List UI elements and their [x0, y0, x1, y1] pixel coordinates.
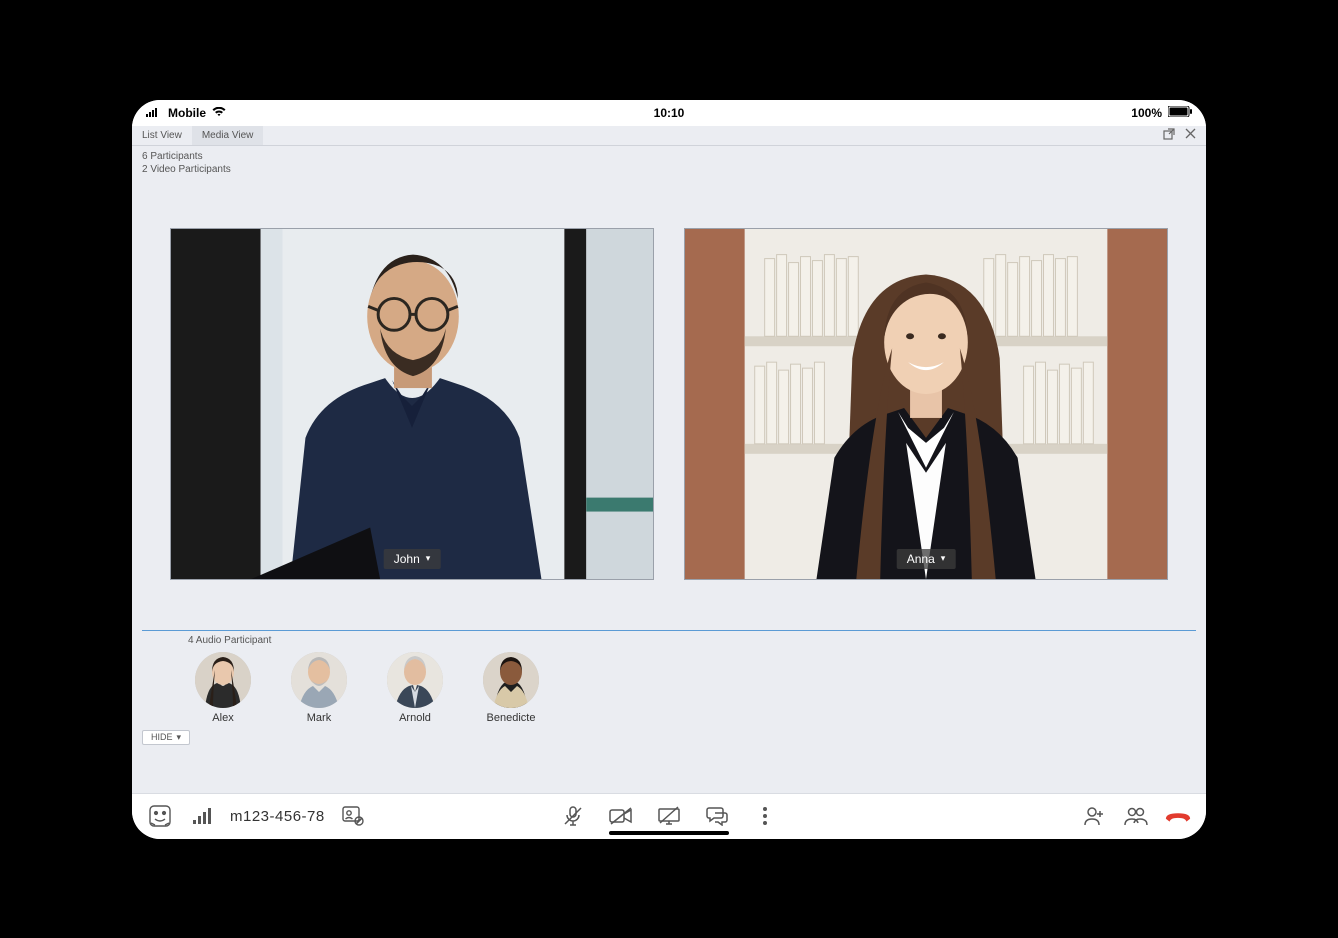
status-bar: Mobile 10:10 100%: [132, 100, 1206, 126]
participant-name: Mark: [307, 712, 331, 724]
more-options-icon[interactable]: [751, 802, 779, 830]
hide-label: HIDE: [151, 732, 173, 742]
audio-participant-mark[interactable]: Mark: [288, 652, 350, 724]
screen-share-off-icon[interactable]: [655, 802, 683, 830]
tab-media-view[interactable]: Media View: [192, 126, 264, 145]
center-controls: [559, 802, 779, 830]
avatar: [291, 652, 347, 708]
popout-icon[interactable]: [1163, 128, 1175, 143]
mute-mic-icon[interactable]: [559, 802, 587, 830]
audio-participant-alex[interactable]: Alex: [192, 652, 254, 724]
participants-info: 6 Participants 2 Video Participants: [132, 146, 1206, 178]
participant-name: Arnold: [399, 712, 431, 724]
chevron-down-icon: ▾: [426, 553, 431, 564]
hide-toggle[interactable]: HIDE ▾: [142, 730, 190, 745]
avatar: [483, 652, 539, 708]
add-participant-icon[interactable]: [1080, 802, 1108, 830]
participants-icon[interactable]: [1122, 802, 1150, 830]
hangup-icon[interactable]: [1164, 802, 1192, 830]
name-tag-john[interactable]: John ▾: [384, 549, 441, 569]
participant-name: Anna: [907, 552, 935, 566]
video-tile-john[interactable]: John ▾: [170, 228, 654, 580]
video-feed-john: [171, 229, 653, 579]
tab-list-view[interactable]: List View: [132, 126, 192, 145]
status-right: 100%: [1131, 106, 1192, 120]
camera-off-icon[interactable]: [607, 802, 635, 830]
carrier-label: Mobile: [168, 106, 206, 120]
battery-icon: [1168, 106, 1192, 120]
participant-name: John: [394, 552, 420, 566]
video-participants-count: 2 Video Participants: [142, 163, 1196, 176]
clock: 10:10: [654, 106, 685, 120]
video-feed-anna: [685, 229, 1167, 579]
view-tabs: List View Media View: [132, 126, 1206, 146]
video-grid: John ▾: [132, 178, 1206, 590]
wifi-icon: [212, 106, 226, 120]
audio-participant-arnold[interactable]: Arnold: [384, 652, 446, 724]
home-indicator[interactable]: [609, 831, 729, 835]
dialpad-icon[interactable]: [146, 802, 174, 830]
participants-count: 6 Participants: [142, 150, 1196, 163]
signal-icon: [146, 106, 162, 120]
chevron-down-icon: ▾: [941, 553, 946, 564]
audio-participants-row: Alex Mark Arnold Benedicte: [132, 652, 1206, 724]
contact-card-icon[interactable]: [339, 802, 367, 830]
chevron-down-icon: ▾: [177, 732, 182, 743]
participant-name: Benedicte: [487, 712, 536, 724]
close-icon[interactable]: [1185, 128, 1196, 142]
participant-name: Alex: [212, 712, 233, 724]
chat-icon[interactable]: [703, 802, 731, 830]
audio-participant-benedicte[interactable]: Benedicte: [480, 652, 542, 724]
status-left: Mobile: [146, 106, 226, 120]
video-tile-anna[interactable]: Anna ▾: [684, 228, 1168, 580]
battery-percent: 100%: [1131, 106, 1162, 120]
dial-number: m123-456-78: [230, 808, 325, 825]
avatar: [387, 652, 443, 708]
tablet-frame: Mobile 10:10 100% List View Media View: [114, 82, 1224, 857]
audio-participants-label: 4 Audio Participant: [132, 631, 1206, 652]
signal-strength-icon: [188, 802, 216, 830]
name-tag-anna[interactable]: Anna ▾: [897, 549, 956, 569]
screen: Mobile 10:10 100% List View Media View: [132, 100, 1206, 839]
avatar: [195, 652, 251, 708]
